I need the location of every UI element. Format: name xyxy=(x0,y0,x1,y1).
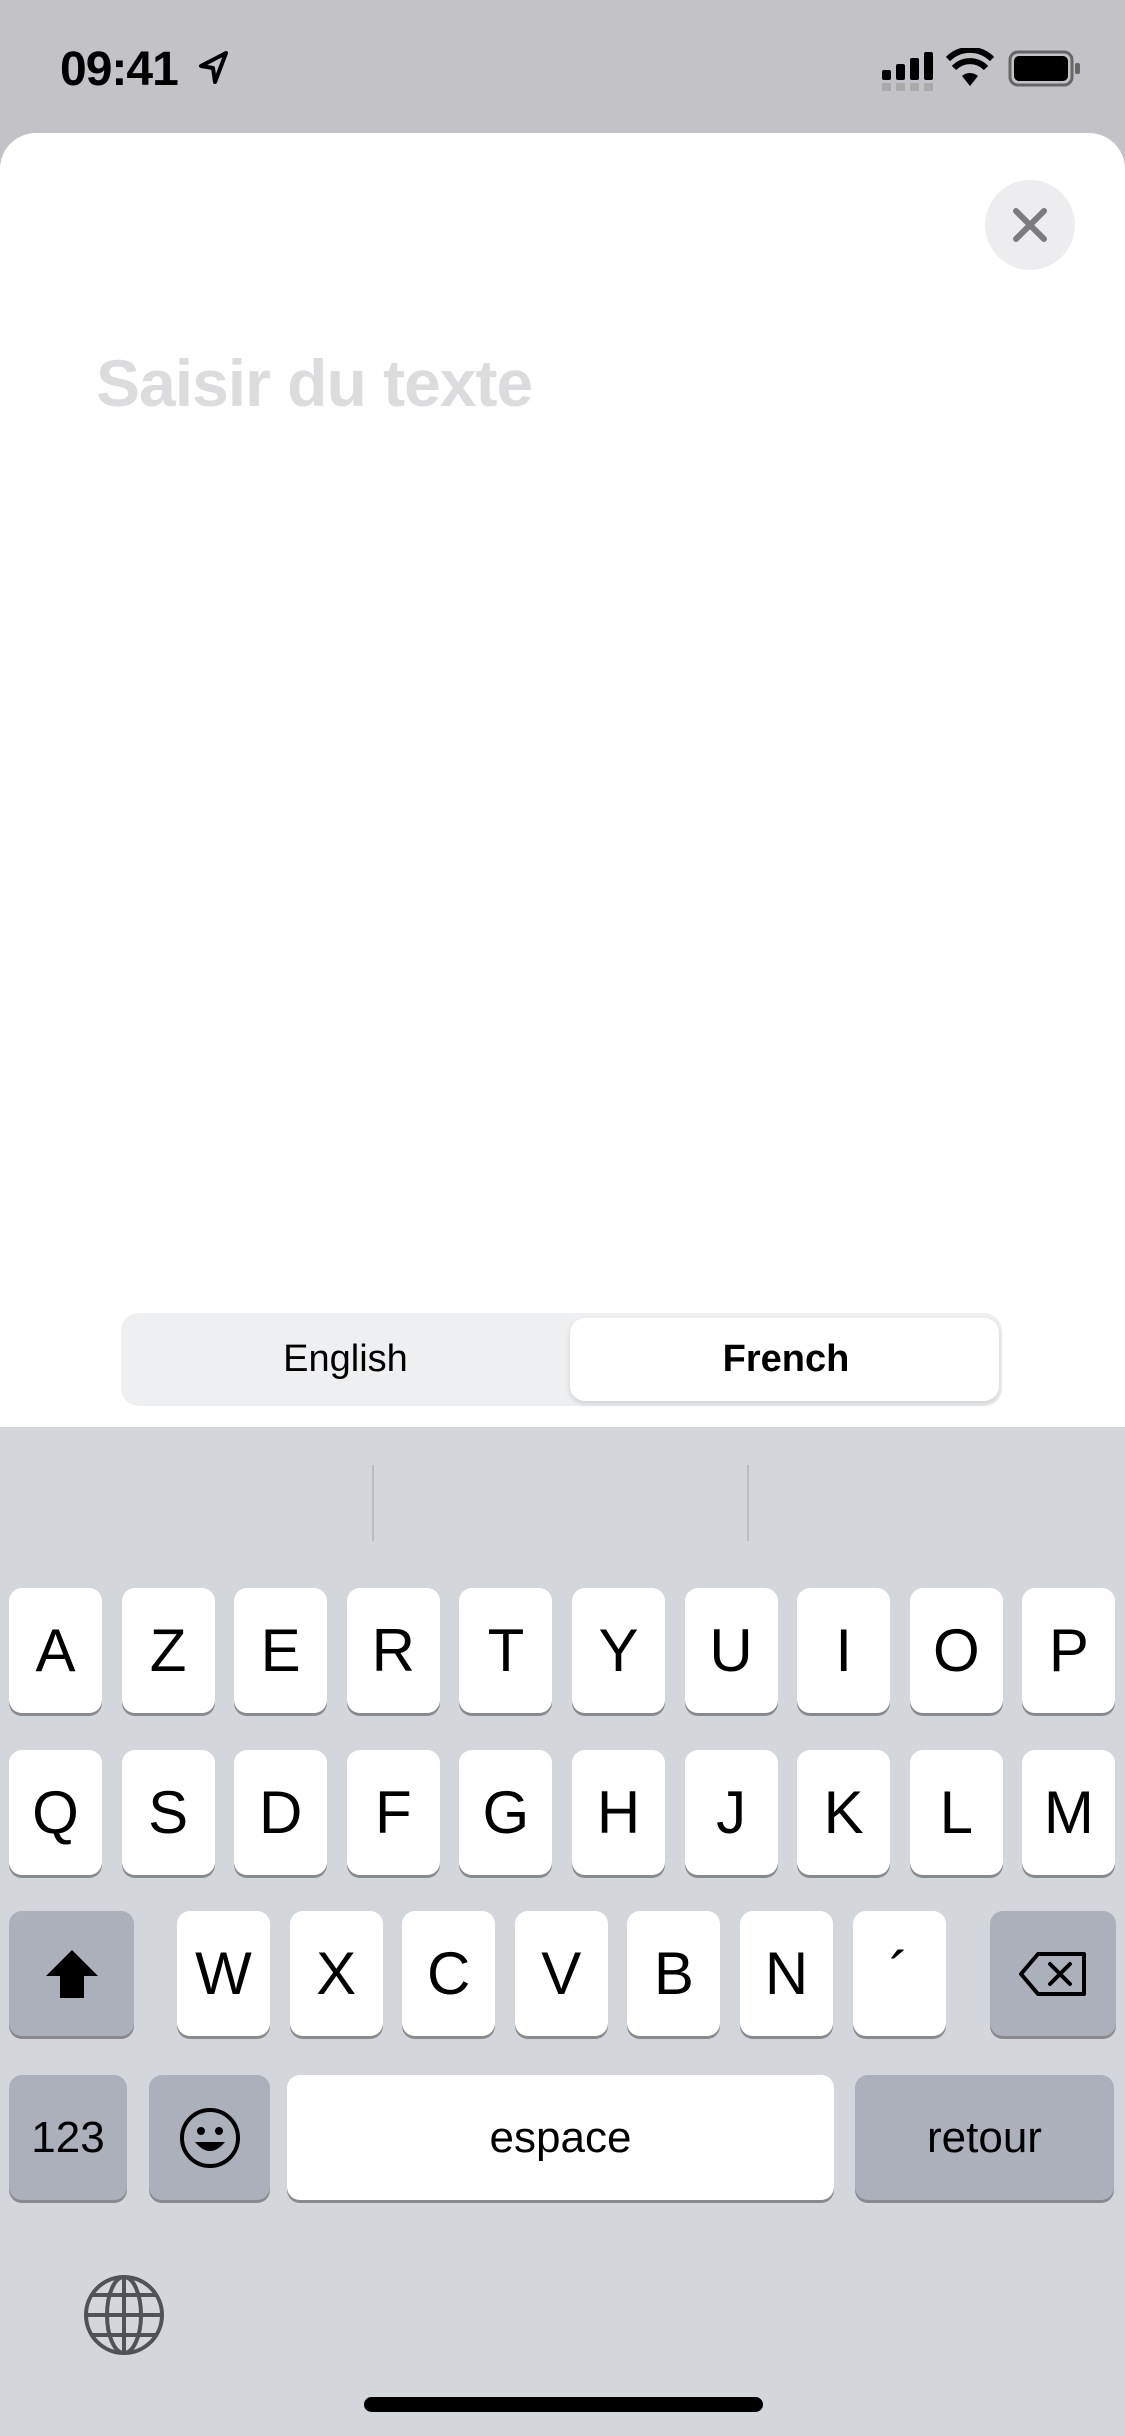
signal-icon xyxy=(882,52,933,91)
delete-icon xyxy=(1019,1951,1086,1996)
key-y[interactable]: Y xyxy=(572,1588,665,1713)
numbers-key[interactable]: 123 xyxy=(9,2075,127,2200)
key-h[interactable]: H xyxy=(572,1750,665,1875)
segment-french[interactable]: French xyxy=(570,1313,1002,1406)
key-s[interactable]: S xyxy=(121,1750,215,1875)
text-input[interactable]: Saisir du texte xyxy=(96,345,533,421)
emoji-icon xyxy=(179,2107,240,2168)
key-t[interactable]: T xyxy=(459,1588,553,1713)
key-o[interactable]: O xyxy=(909,1588,1003,1713)
globe-icon[interactable] xyxy=(82,2273,166,2357)
key-e[interactable]: E xyxy=(234,1588,328,1713)
key-k[interactable]: K xyxy=(797,1750,891,1875)
suggestion-divider xyxy=(747,1465,749,1541)
key-u[interactable]: U xyxy=(684,1588,778,1713)
return-key[interactable]: retour xyxy=(855,2075,1114,2200)
key-f[interactable]: F xyxy=(346,1750,440,1875)
key-p[interactable]: P xyxy=(1022,1588,1116,1713)
battery-icon xyxy=(1008,50,1080,87)
location-arrow-icon xyxy=(199,51,228,84)
wifi-icon xyxy=(946,48,994,86)
delete-key[interactable] xyxy=(990,1911,1116,2036)
shift-icon xyxy=(45,1949,98,1998)
key-d[interactable]: D xyxy=(234,1750,328,1875)
key-v[interactable]: V xyxy=(514,1911,608,2036)
space-key[interactable]: espace xyxy=(287,2075,834,2200)
language-segmented-control[interactable]: English French xyxy=(121,1313,1002,1406)
key-b[interactable]: B xyxy=(627,1911,721,2036)
home-indicator[interactable] xyxy=(364,2397,763,2412)
status-time: 09:41 xyxy=(60,43,179,96)
key-q[interactable]: Q xyxy=(9,1750,102,1875)
key-n[interactable]: N xyxy=(740,1911,833,2036)
shift-key[interactable] xyxy=(9,1911,134,2036)
key-c[interactable]: C xyxy=(402,1911,496,2036)
key-r[interactable]: R xyxy=(346,1588,440,1713)
key-g[interactable]: G xyxy=(459,1750,553,1875)
segment-english[interactable]: English xyxy=(121,1313,570,1406)
emoji-key[interactable] xyxy=(149,2075,270,2200)
key-z[interactable]: Z xyxy=(121,1588,215,1713)
key-x[interactable]: X xyxy=(289,1911,383,2036)
key-a[interactable]: A xyxy=(9,1588,102,1713)
key-w[interactable]: W xyxy=(177,1911,270,2036)
keyboard: 123 espace retour AZERTYUIOP QSDFGHJKLM WX… xyxy=(0,1427,1125,2436)
close-button[interactable] xyxy=(985,180,1075,270)
key-i[interactable]: I xyxy=(797,1588,891,1713)
suggestion-divider xyxy=(372,1465,374,1541)
key-m[interactable]: M xyxy=(1022,1750,1116,1875)
key-accent[interactable]: ´ xyxy=(852,1911,946,2036)
close-icon xyxy=(1013,208,1047,242)
key-j[interactable]: J xyxy=(684,1750,778,1875)
key-l[interactable]: L xyxy=(909,1750,1003,1875)
